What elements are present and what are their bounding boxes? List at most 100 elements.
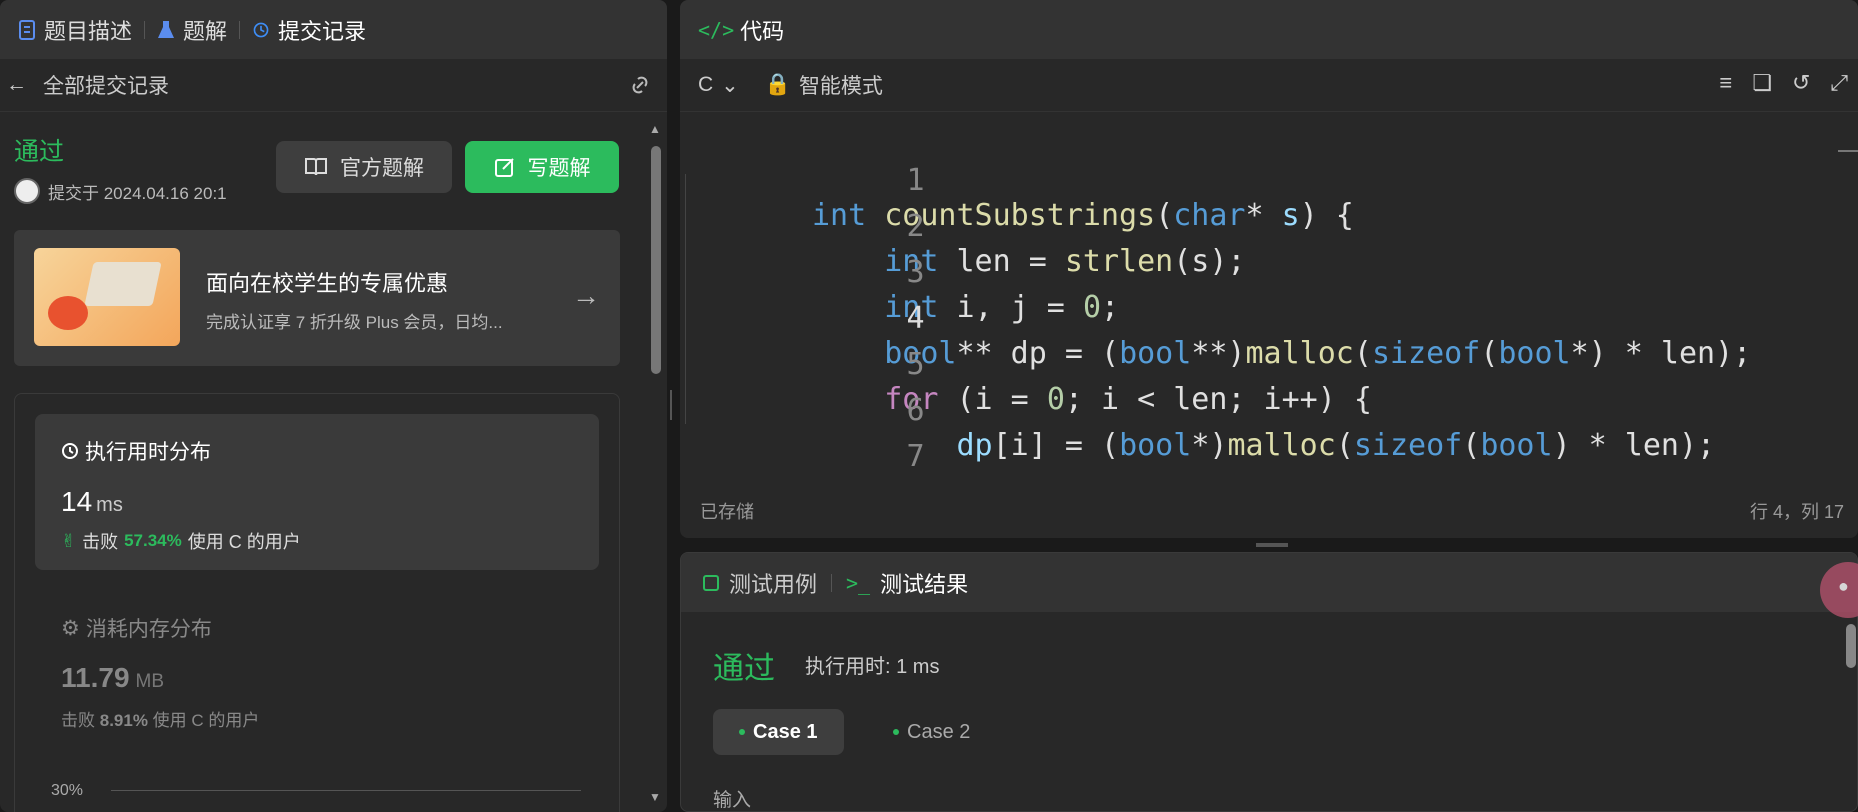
runtime-beat-suffix: 使用 C 的用户: [187, 532, 301, 552]
flask-icon: [158, 20, 175, 38]
test-runtime: 执行用时: 1 ms: [805, 656, 940, 678]
all-submissions-title: 全部提交记录: [43, 75, 169, 98]
stats-panel: 执行用时分布 14 ms ✌ 击败 57.34% 使用 C 的用户 ⚙ 消耗内存分…: [14, 393, 620, 812]
memory-value: 11.79 MB: [61, 662, 164, 694]
app-root: 题目描述 题解 提交记录 ← 全部提交记录 通过 提交于 2024.04.16 …: [0, 0, 1858, 812]
tab-solutions[interactable]: 题解: [149, 14, 235, 46]
code-icon: </>: [698, 17, 735, 42]
chart-axis-label: 30%: [51, 782, 84, 799]
tab-testcases[interactable]: 测试用例: [729, 567, 817, 599]
runtime-card[interactable]: 执行用时分布 14 ms ✌ 击败 57.34% 使用 C 的用户: [35, 414, 599, 570]
test-scroll-thumb[interactable]: [1846, 624, 1856, 668]
line-number: 2: [906, 209, 925, 244]
tab-submissions[interactable]: 提交记录: [244, 14, 374, 46]
memory-unit: MB: [135, 671, 165, 692]
case-2-label: Case 2: [907, 720, 971, 743]
promo-title: 面向在校学生的专属优惠: [206, 271, 449, 296]
runtime-title-text: 执行用时分布: [85, 441, 211, 464]
minimap-marker: [1838, 150, 1858, 152]
line-content: bool** dp = (bool**)malloc(sizeof(bool*)…: [884, 336, 1752, 371]
memory-number: 11.79: [61, 662, 130, 693]
chart-gridline: [111, 790, 581, 791]
code-line: 8 }: [680, 450, 825, 468]
write-solution-label: 写题解: [527, 157, 591, 180]
status-text: 通过: [14, 138, 65, 166]
expand-icon[interactable]: ⤢: [1830, 70, 1848, 96]
code-line: 6 dp[i] = (bool*)malloc(sizeof(bool) * l…: [680, 358, 1715, 463]
official-solution-button[interactable]: 官方题解: [276, 141, 452, 193]
write-solution-button[interactable]: 写题解: [465, 141, 619, 193]
panel-resize-handle[interactable]: [670, 390, 675, 420]
code-line: 1 int countSubstrings(char* s) {: [680, 128, 1354, 233]
tab-separator: [831, 573, 833, 592]
tab-separator: [144, 20, 146, 39]
bubble-shape: [48, 296, 88, 330]
tab-description-label: 题目描述: [44, 18, 133, 44]
memory-beat-prefix: 击败: [61, 711, 95, 730]
scroll-thumb[interactable]: [651, 146, 661, 374]
code-editor-panel: </> 代码 C ⌄ 🔒 智能模式 ≡ ❏ ↺ ⤢ 1 int countSub: [680, 0, 1858, 538]
document-icon: [19, 19, 35, 40]
line-number: 3: [906, 255, 925, 290]
avatar: [14, 178, 40, 204]
code-line: 7 memset(dp[i], false, sizeof(bool) * le…: [680, 404, 924, 468]
test-status: 通过: [713, 651, 775, 686]
smart-mode-label: 智能模式: [798, 75, 883, 98]
editor-header: </> 代码: [680, 0, 1858, 59]
case-tab-2[interactable]: Case 2: [867, 709, 996, 755]
scroll-up-icon[interactable]: ▲: [649, 122, 661, 136]
runtime-beat-pct: 57.34%: [124, 531, 182, 550]
pass-dot: [893, 729, 899, 735]
chevron-down-icon: ⌄: [721, 73, 739, 97]
runtime-number: 14: [61, 486, 93, 517]
memory-title[interactable]: ⚙ 消耗内存分布: [61, 613, 212, 643]
tab-test-result[interactable]: 测试结果: [880, 567, 968, 599]
clock-icon: [62, 443, 78, 459]
memory-beat-suffix: 使用 C 的用户: [152, 711, 260, 730]
link-icon[interactable]: [627, 72, 653, 98]
runtime-beat-prefix: 击败: [82, 532, 119, 552]
memory-beat-pct: 8.91%: [99, 711, 148, 730]
submit-meta: 提交于 2024.04.16 20:1: [14, 178, 227, 204]
terminal-icon: >_: [846, 570, 871, 595]
assistant-icon: ●: [1838, 576, 1849, 596]
scroll-down-icon[interactable]: ▼: [649, 790, 661, 804]
saved-status: 已存储: [700, 502, 754, 522]
case-tab-1[interactable]: Case 1: [713, 709, 844, 755]
line-number: 5: [906, 347, 925, 382]
arrow-right-icon[interactable]: →: [572, 280, 600, 312]
line-number: 7: [906, 439, 925, 468]
reset-icon[interactable]: ↺: [1792, 70, 1810, 96]
left-scrollbar[interactable]: ▲ ▼: [648, 118, 664, 812]
status-row: 通过 提交于 2024.04.16 20:1: [14, 132, 227, 204]
official-solution-label: 官方题解: [340, 157, 424, 180]
code-line: 3 int i, j = 0;: [680, 220, 1119, 325]
cursor-position: 行 4，列 17: [1749, 502, 1844, 522]
language-value: C: [698, 73, 714, 96]
smart-mode[interactable]: 🔒 智能模式: [765, 70, 883, 100]
tab-submissions-label: 提交记录: [278, 18, 367, 44]
promo-banner[interactable]: 面向在校学生的专属优惠 完成认证享 7 折升级 Plus 会员，日均... →: [14, 230, 620, 366]
left-tabs: 题目描述 题解 提交记录: [0, 0, 667, 59]
chip-icon: ⚙: [61, 616, 80, 640]
promo-subtitle: 完成认证享 7 折升级 Plus 会员，日均...: [206, 313, 503, 332]
vertical-resize-handle[interactable]: [1256, 543, 1288, 547]
code-area[interactable]: 1 int countSubstrings(char* s) { 2 int l…: [680, 128, 1858, 468]
tab-description[interactable]: 题目描述: [10, 14, 140, 46]
runtime-value: 14 ms: [61, 486, 123, 518]
code-line: 2 int len = strlen(s);: [680, 174, 1245, 279]
checkbox-icon: [703, 574, 719, 591]
line-content: dp[i] = (bool*)malloc(sizeof(bool) * len…: [956, 428, 1716, 463]
history-icon: [253, 22, 269, 37]
language-select[interactable]: C ⌄: [698, 73, 739, 98]
code-line: 5 for (i = 0; i < len; i++) {: [680, 312, 1372, 417]
cap-shape: [84, 262, 162, 306]
format-icon[interactable]: ≡: [1719, 70, 1732, 96]
editor-title: 代码: [740, 18, 785, 44]
tab-solutions-label: 题解: [183, 18, 228, 44]
back-arrow-icon[interactable]: ←: [6, 73, 27, 97]
bookmark-icon[interactable]: ❏: [1752, 70, 1772, 96]
test-tabs: 测试用例 >_ 测试结果: [681, 553, 1857, 612]
lock-icon: 🔒: [764, 73, 791, 96]
code-line: 4 bool** dp = (bool**)malloc(sizeof(bool…: [680, 266, 1751, 371]
